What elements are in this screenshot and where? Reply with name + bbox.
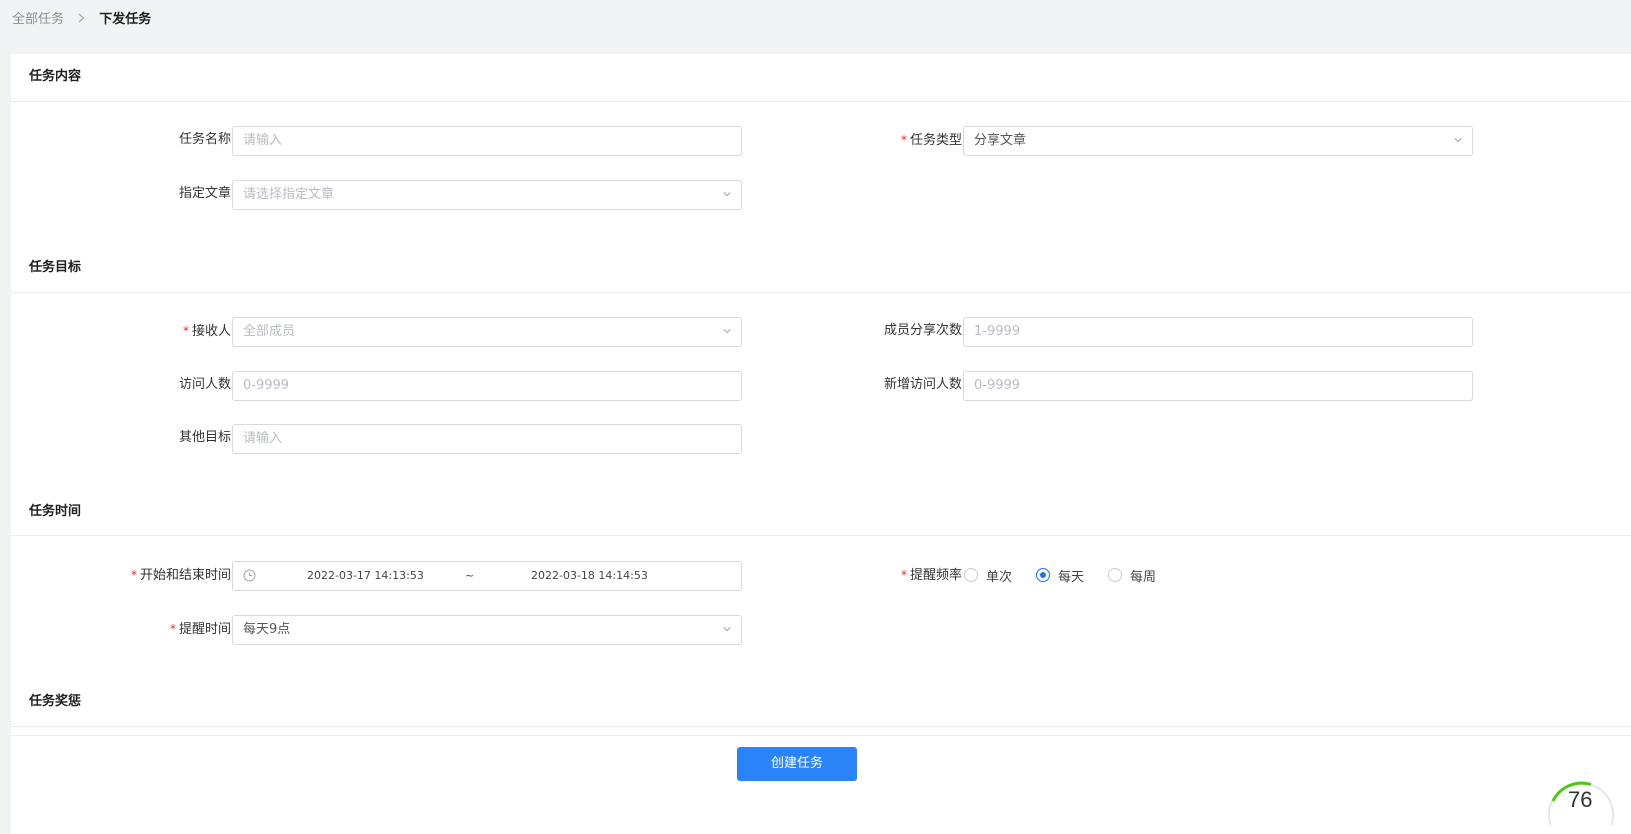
radio-daily-label: 每天 [1058,569,1085,585]
remind-time-label: * 提醒时间 [169,622,231,637]
create-task-button[interactable]: 创建任务 [737,747,857,781]
time-range-picker[interactable]: 2022-03-17 14:13:53 ~ 2022-03-18 14:14:5… [232,561,742,591]
task-form-card: 任务内容 任务名称 请输入 * 任务类型 分享文章 指定文章 请选择指定文章 任务… [11,54,1631,834]
new-visitors-placeholder: 0-9999 [974,378,1021,393]
section-divider [11,101,1631,102]
section-title-reward: 任务奖惩 [29,694,82,709]
remind-freq-radio-group: 单次 每天 每周 [964,560,1224,590]
new-visitors-input[interactable]: 0-9999 [963,371,1473,401]
progress-badge-value: 76 [1568,787,1592,812]
radio-weekly-label: 每周 [1130,569,1157,585]
chevron-down-icon [1454,138,1462,143]
remind-time-value: 每天9点 [243,622,291,637]
breadcrumb: 全部任务 下发任务 [12,10,151,30]
article-placeholder: 请选择指定文章 [243,187,335,202]
radio-daily-circle[interactable] [1036,568,1050,582]
task-type-value: 分享文章 [974,133,1027,148]
section-title-time: 任务时间 [29,504,82,519]
task-type-select[interactable]: 分享文章 [963,126,1473,156]
visitors-placeholder: 0-9999 [243,378,290,393]
remind-freq-label: * 提醒频率 [900,568,962,583]
share-count-label: 成员分享次数 [883,323,962,338]
share-count-placeholder: 1-9999 [974,324,1021,339]
radio-weekly[interactable]: 每周 [1108,560,1156,590]
task-name-label: 任务名称 [178,132,231,147]
visitors-label: 访问人数 [178,377,231,392]
time-range-label: * 开始和结束时间 [130,568,231,583]
footer-divider [11,735,1631,736]
clock-icon [243,569,256,582]
radio-daily[interactable]: 每天 [1036,560,1084,590]
receiver-label: * 接收人 [182,324,231,339]
radio-once[interactable]: 单次 [964,560,1012,590]
visitors-input[interactable]: 0-9999 [232,371,742,401]
required-mark: * [182,324,189,338]
radio-weekly-circle[interactable] [1108,568,1122,582]
breadcrumb-parent-link[interactable]: 全部任务 [12,12,64,27]
share-count-input[interactable]: 1-9999 [963,317,1473,347]
required-mark: * [900,568,907,582]
receiver-placeholder: 全部成员 [243,324,296,339]
chevron-down-icon [723,192,731,197]
chevron-down-icon [723,627,731,632]
required-mark: * [900,133,907,147]
new-visitors-label: 新增访问人数 [883,377,962,392]
chevron-right-icon [78,10,85,30]
required-mark: * [130,568,137,582]
section-divider [11,292,1631,293]
other-goal-input[interactable]: 请输入 [232,424,742,454]
start-time-value[interactable]: 2022-03-17 14:13:53 [307,562,424,590]
required-mark: * [169,622,176,636]
radio-once-circle[interactable] [964,568,978,582]
time-range-separator: ~ [465,569,475,582]
article-label: 指定文章 [178,186,231,201]
section-title-target: 任务目标 [29,260,82,275]
article-select[interactable]: 请选择指定文章 [232,180,742,210]
end-time-value[interactable]: 2022-03-18 14:14:53 [531,562,648,590]
section-title-content: 任务内容 [29,69,82,84]
task-type-label: * 任务类型 [900,133,962,148]
task-name-input[interactable]: 请输入 [232,126,742,156]
section-divider [11,726,1631,727]
remind-time-select[interactable]: 每天9点 [232,615,742,645]
task-name-placeholder: 请输入 [243,133,283,148]
section-divider [11,535,1631,536]
breadcrumb-current: 下发任务 [99,12,152,27]
progress-badge[interactable]: 76 [1531,765,1631,834]
other-goal-placeholder: 请输入 [243,431,283,446]
radio-once-label: 单次 [986,569,1013,585]
other-goal-label: 其他目标 [178,430,231,445]
receiver-select[interactable]: 全部成员 [232,317,742,347]
